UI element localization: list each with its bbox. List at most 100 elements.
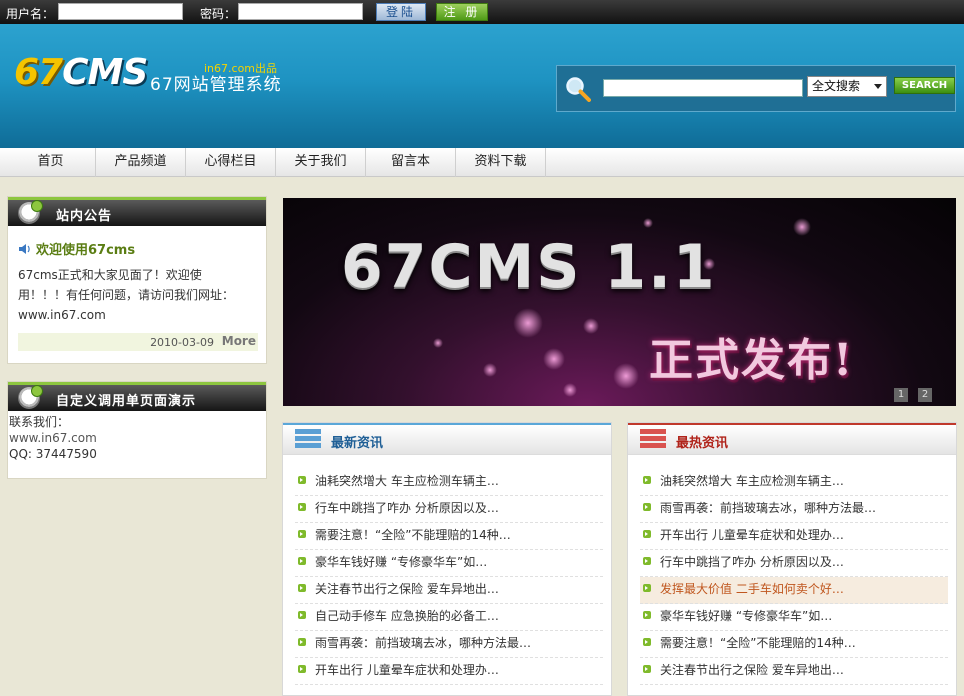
news-title: 油耗突然增大 车主应检测车辆主…: [315, 474, 499, 488]
clock-icon: [18, 385, 43, 409]
bullet-icon: [643, 611, 651, 619]
notice-line: 67cms正式和大家见面了！欢迎使: [18, 268, 202, 282]
list-item[interactable]: 豪华车钱好赚 “专修豪华车”如…: [640, 604, 948, 631]
nav-item-downloads[interactable]: 资料下载: [456, 148, 546, 177]
list-item[interactable]: 油耗突然增大 车主应检测车辆主…: [640, 469, 948, 496]
notice-url[interactable]: www.in67.com: [18, 305, 258, 325]
nav-item-products[interactable]: 产品频道: [96, 148, 186, 177]
hot-news-panel: 最热资讯 油耗突然增大 车主应检测车辆主… 雨雪再袭：前挡玻璃去冰，哪种方法最……: [627, 422, 957, 696]
main-nav: 首页 产品频道 心得栏目 关于我们 留言本 资料下载: [0, 148, 964, 177]
clock-icon: [18, 200, 43, 224]
list-item[interactable]: 关注春节出行之保险 爱车异地出…: [640, 658, 948, 685]
list-item[interactable]: 雨雪再袭：前挡玻璃去冰，哪种方法最…: [295, 631, 603, 658]
bullet-icon: [298, 611, 306, 619]
hot-news-header: 最热资讯: [628, 423, 956, 455]
nav-item-experience[interactable]: 心得栏目: [186, 148, 276, 177]
news-title: 雨雪再袭：前挡玻璃去冰，哪种方法最…: [315, 636, 532, 650]
login-button[interactable]: 登陆: [376, 3, 426, 21]
contact-info: 联系我们： www.in67.com QQ: 37447590: [9, 414, 97, 462]
nav-item-guestbook[interactable]: 留言本: [366, 148, 456, 177]
list-item[interactable]: 关注春节出行之保险 爱车异地出…: [295, 577, 603, 604]
more-link[interactable]: More: [222, 334, 256, 348]
banner-title: 67CMS 1.1: [341, 232, 717, 302]
nav-item-home[interactable]: 首页: [6, 148, 96, 177]
username-label: 用户名：: [6, 7, 55, 21]
list-item[interactable]: 需要注意！“全险”不能理赔的14种…: [640, 631, 948, 658]
news-title: 关注春节出行之保险 爱车异地出…: [660, 663, 844, 677]
contact-url[interactable]: www.in67.com: [9, 430, 97, 446]
list-item[interactable]: 行车中跳挡了咋办 分析原因以及…: [295, 496, 603, 523]
login-bar: 用户名： 密码： 登陆 注 册: [0, 0, 964, 24]
banner-page-2[interactable]: 2: [918, 388, 932, 402]
bullet-icon: [643, 665, 651, 673]
notice-footer: 2010-03-09 More: [18, 333, 258, 351]
password-label: 密码：: [200, 7, 237, 21]
bullet-icon: [643, 503, 651, 511]
news-title: 行车中跳挡了咋办 分析原因以及…: [315, 501, 499, 515]
notice-header: 站内公告: [8, 197, 266, 226]
notice-line: 用！！！有任何问题，请访问我们网址：: [18, 288, 235, 302]
custom-page-box: 自定义调用单页面演示 联系我们： www.in67.com QQ: 374475…: [7, 381, 267, 479]
bullet-icon: [298, 476, 306, 484]
site-header: 67CMS in67.com出品 67网站管理系统 全文搜索 SEARCH: [0, 24, 964, 148]
news-title: 开车出行 儿童晕车症状和处理办…: [660, 528, 844, 542]
contact-qq: QQ: 37447590: [9, 447, 97, 461]
list-item[interactable]: 开车出行 儿童晕车症状和处理办…: [640, 523, 948, 550]
bullet-icon: [298, 665, 306, 673]
site-logo[interactable]: 67CMS: [14, 52, 148, 93]
list-item[interactable]: 豪华车钱好赚 “专修豪华车”如…: [295, 550, 603, 577]
banner-subtitle: 正式发布!: [649, 335, 855, 386]
logo-number: 67: [14, 52, 63, 93]
password-input[interactable]: [238, 3, 363, 20]
news-title: 雨雪再袭：前挡玻璃去冰，哪种方法最…: [660, 501, 877, 515]
bullet-icon: [643, 584, 651, 592]
bullet-icon: [298, 530, 306, 538]
list-item[interactable]: 开车出行 儿童晕车症状和处理办…: [295, 658, 603, 685]
search-type-select[interactable]: 全文搜索: [807, 76, 887, 97]
site-name: 67网站管理系统: [150, 75, 282, 95]
search-icon: [566, 77, 591, 102]
register-button[interactable]: 注 册: [436, 3, 488, 21]
latest-news-header: 最新资讯: [283, 423, 611, 455]
search-button[interactable]: SEARCH: [894, 77, 955, 94]
bullet-icon: [298, 638, 306, 646]
speaker-icon: [19, 244, 30, 254]
logo-text: CMS: [62, 52, 148, 93]
banner-slideshow[interactable]: 67CMS 1.1 正式发布! 1 2: [283, 198, 956, 406]
news-title: 开车出行 儿童晕车症状和处理办…: [315, 663, 499, 677]
bullet-icon: [298, 503, 306, 511]
news-list-icon: [295, 429, 321, 451]
bullet-icon: [643, 638, 651, 646]
list-item[interactable]: 行车中跳挡了咋办 分析原因以及…: [640, 550, 948, 577]
news-title: 关注春节出行之保险 爱车异地出…: [315, 582, 499, 596]
news-title: 豪华车钱好赚 “专修豪华车”如…: [315, 555, 488, 569]
search-box: 全文搜索 SEARCH: [556, 65, 956, 112]
news-title: 发挥最大价值 二手车如何卖个好…: [660, 582, 844, 596]
latest-news-panel: 最新资讯 油耗突然增大 车主应检测车辆主… 行车中跳挡了咋办 分析原因以及… 需…: [282, 422, 612, 696]
list-item[interactable]: 需要注意！“全险”不能理赔的14种…: [295, 523, 603, 550]
hot-news-list: 油耗突然增大 车主应检测车辆主… 雨雪再袭：前挡玻璃去冰，哪种方法最… 开车出行…: [640, 469, 948, 685]
username-input[interactable]: [58, 3, 183, 20]
news-title: 豪华车钱好赚 “专修豪华车”如…: [660, 609, 833, 623]
search-input[interactable]: [603, 79, 803, 97]
hot-news-heading: 最热资讯: [676, 436, 729, 451]
notice-title[interactable]: 欢迎使用67cms: [36, 239, 135, 258]
list-item-highlighted[interactable]: 发挥最大价值 二手车如何卖个好…: [640, 577, 948, 604]
nav-item-about[interactable]: 关于我们: [276, 148, 366, 177]
news-title: 需要注意！“全险”不能理赔的14种…: [660, 636, 856, 650]
bullet-icon: [643, 530, 651, 538]
bullet-icon: [298, 557, 306, 565]
list-item[interactable]: 雨雪再袭：前挡玻璃去冰，哪种方法最…: [640, 496, 948, 523]
list-item[interactable]: 油耗突然增大 车主应检测车辆主…: [295, 469, 603, 496]
chevron-down-icon: [874, 84, 882, 89]
notice-heading: 站内公告: [56, 209, 113, 224]
news-title: 油耗突然增大 车主应检测车辆主…: [660, 474, 844, 488]
notice-box: 站内公告 欢迎使用67cms 67cms正式和大家见面了！欢迎使 用！！！有任何…: [7, 196, 267, 364]
banner-page-1[interactable]: 1: [894, 388, 908, 402]
custom-page-header: 自定义调用单页面演示: [8, 382, 266, 411]
bullet-icon: [643, 476, 651, 484]
news-title: 行车中跳挡了咋办 分析原因以及…: [660, 555, 844, 569]
list-item[interactable]: 自己动手修车 应急换胎的必备工…: [295, 604, 603, 631]
news-list-icon: [640, 429, 666, 451]
news-title: 需要注意！“全险”不能理赔的14种…: [315, 528, 511, 542]
